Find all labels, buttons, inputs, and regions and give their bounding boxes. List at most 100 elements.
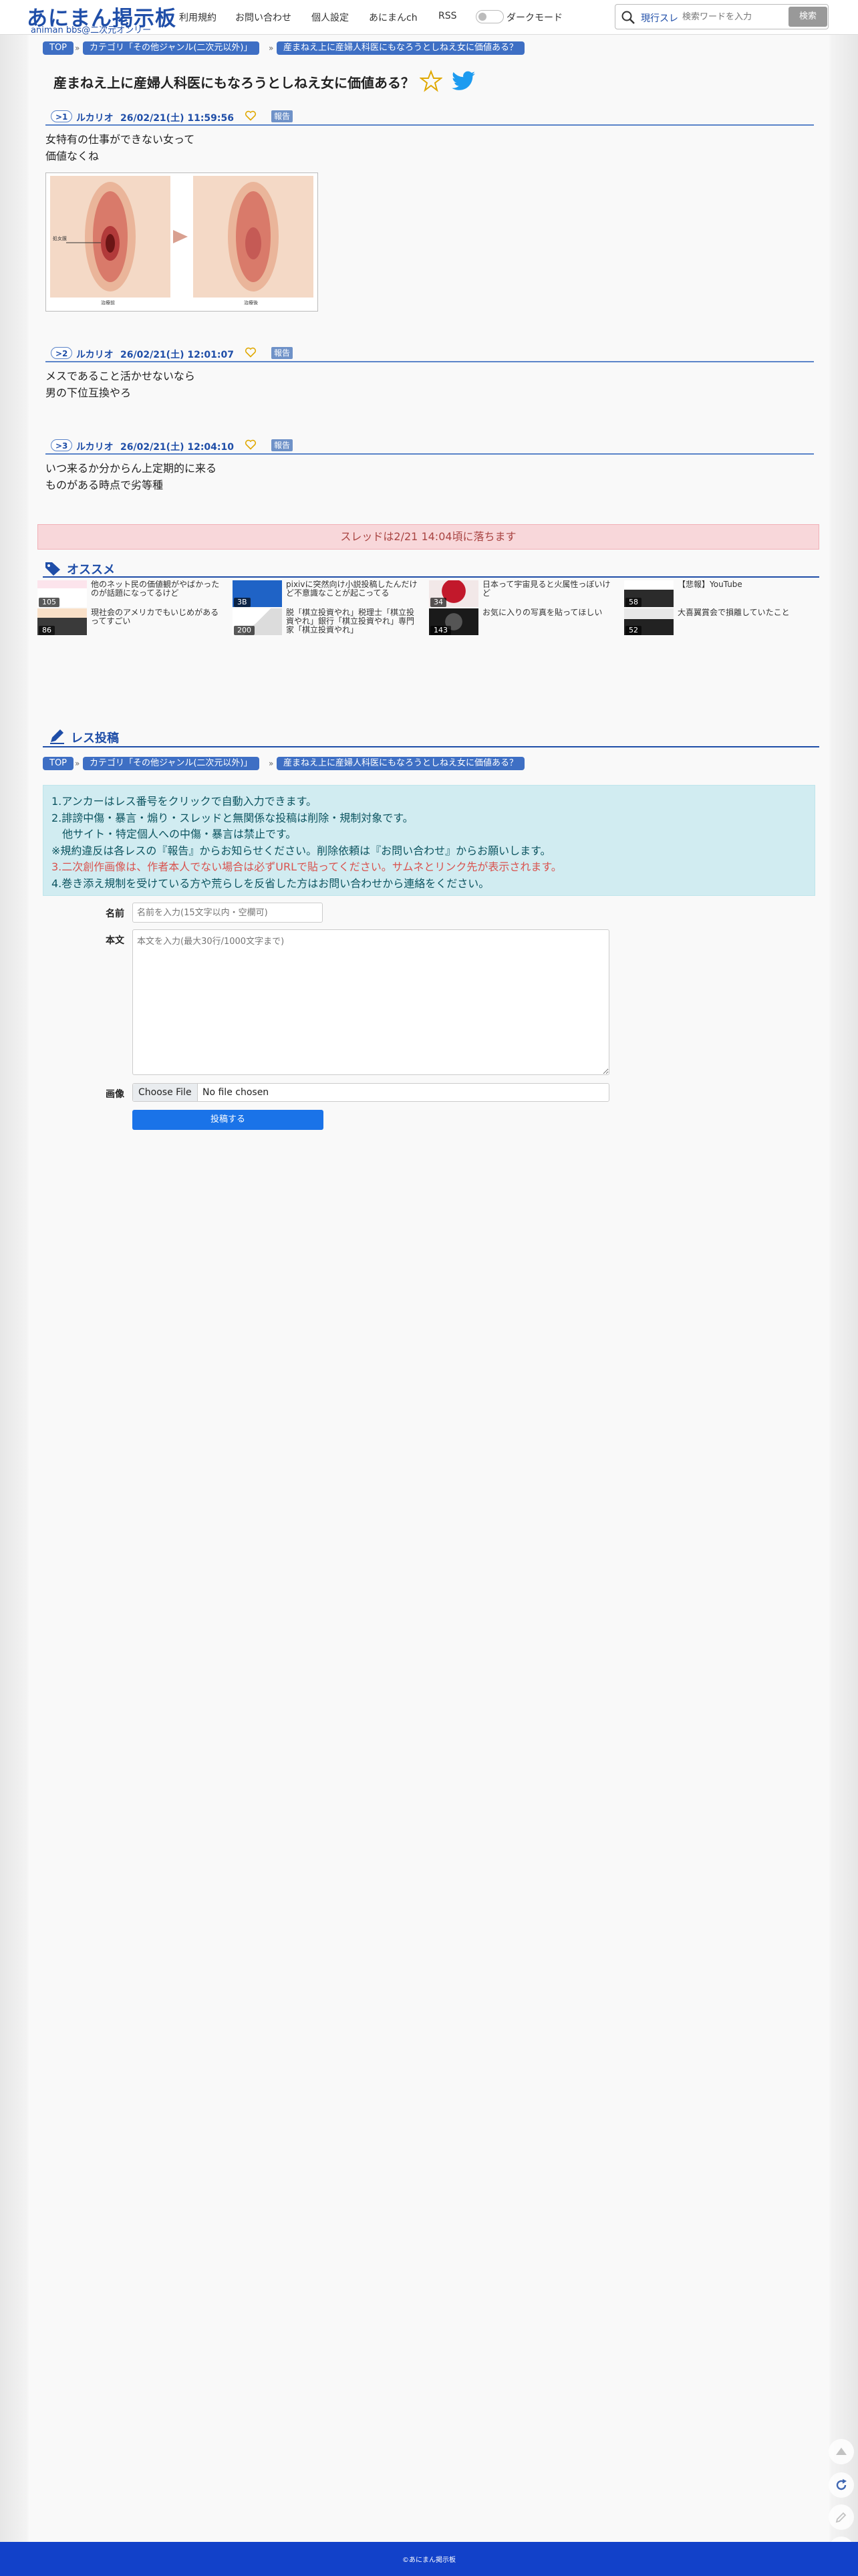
nav-animanch[interactable]: あにまんch — [369, 11, 418, 24]
scroll-top-button[interactable] — [829, 2439, 854, 2464]
comment-count: 86 — [39, 626, 55, 635]
rule-line: 2.誹謗中傷・暴言・煽り・スレッドと無関係な投稿は削除・規制対象です。 — [51, 811, 414, 824]
nav-contact[interactable]: お問い合わせ — [235, 11, 291, 24]
post-header: >2 ルカリオ 26/02/21(土) 12:01:07 報告 — [45, 346, 814, 362]
recommend-header: オススメ — [43, 559, 819, 578]
post-body: メスであること活かせないなら 男の下位互換やろ — [45, 362, 814, 401]
post-line: ものがある時点で劣等種 — [45, 479, 164, 491]
post-header: >1 ルカリオ 26/02/21(土) 11:59:56 報告 — [45, 110, 814, 126]
search-button[interactable]: 検索 — [789, 7, 827, 27]
breadcrumb-thread[interactable]: 産まねえ上に産婦人科医にもなろうとしねえ女に価値ある？ — [277, 41, 525, 55]
recommend-thumbnail: 143 — [429, 608, 478, 635]
breadcrumb-separator: » — [269, 43, 274, 53]
recommend-item[interactable]: 86 現社会のアメリカでもいじめがあるってすごい — [37, 608, 225, 635]
site-logo[interactable]: あにまん掲示板 animan bbs@二次元オンリー — [27, 1, 176, 35]
comment-count: 200 — [234, 626, 255, 635]
post-line: メスであること活かせないなら — [45, 370, 195, 382]
comment-count: 105 — [39, 598, 59, 607]
breadcrumb-category[interactable]: カテゴリ「その他ジャンル(二次元以外)」 — [83, 41, 259, 55]
image-caption-after: 治療後 — [244, 300, 258, 306]
heart-icon[interactable] — [245, 110, 257, 122]
breadcrumb-separator: » — [75, 43, 80, 53]
search-input[interactable] — [682, 9, 782, 25]
recommend-title-text: 【悲報】YouTube — [678, 580, 742, 589]
pencil-icon — [50, 729, 64, 744]
post-author: ルカリオ — [76, 442, 114, 453]
name-input[interactable] — [132, 903, 323, 923]
heart-icon[interactable] — [245, 346, 257, 358]
report-button[interactable]: 報告 — [271, 439, 293, 451]
recommend-item[interactable]: 200 脱「棋立投資やれ」税理士「棋立投資やれ」銀行「棋立投資やれ」専門家「棋立… — [233, 608, 420, 635]
post-line: 価値なくね — [45, 150, 100, 162]
recommend-title: オススメ — [67, 563, 115, 577]
search-scope-select[interactable]: 現行スレ — [641, 11, 678, 25]
comment-count: 58 — [625, 598, 641, 607]
breadcrumb-separator: » — [269, 759, 274, 768]
breadcrumb-top[interactable]: TOP — [43, 757, 74, 770]
logo-sub-text: animan bbs@二次元オンリー — [31, 25, 152, 35]
tag-icon — [45, 562, 60, 576]
reply-header: レス投稿 — [43, 725, 819, 747]
post-body: いつ来るか分からん上定期的に来る ものがある時点で劣等種 — [45, 455, 814, 493]
post-number[interactable]: >3 — [51, 439, 73, 451]
recommend-thumbnail: 3B — [233, 580, 282, 607]
post-date: 26/02/21(土) 12:04:10 — [120, 442, 234, 453]
image-file-input[interactable]: Choose File No file chosen — [132, 1083, 609, 1102]
recommend-title-text: pixivに突然向け小説投稿したんだけど不意識なことが起こってる — [286, 580, 418, 598]
post-body: 女特有の仕事ができない女って 価値なくね — [45, 126, 814, 164]
recommend-item[interactable]: 34 日本って宇宙見ると火属性っぽいけど — [429, 580, 616, 607]
nav-terms[interactable]: 利用規約 — [179, 11, 217, 24]
reload-button[interactable] — [829, 2472, 854, 2498]
report-button[interactable]: 報告 — [271, 110, 293, 122]
rule-line: 1.アンカーはレス番号をクリックで自動入力できます。 — [51, 795, 317, 808]
compose-button[interactable] — [829, 2504, 854, 2530]
post-3: >3 ルカリオ 26/02/21(土) 12:04:10 報告 いつ来るか分から… — [45, 439, 814, 493]
toggle-knob — [478, 13, 486, 21]
heart-icon[interactable] — [245, 439, 257, 451]
breadcrumb-top[interactable]: TOP — [43, 41, 74, 55]
recommend-thumbnail: 34 — [429, 580, 478, 607]
name-label: 名前 — [106, 909, 124, 919]
post-line: 男の下位互換やろ — [45, 386, 132, 399]
dark-mode-toggle[interactable] — [476, 10, 504, 23]
nav-rss[interactable]: RSS — [438, 11, 457, 21]
post-number[interactable]: >2 — [51, 347, 73, 359]
post-2: >2 ルカリオ 26/02/21(土) 12:01:07 報告 メスであること活… — [45, 346, 814, 401]
comment-count: 34 — [430, 598, 446, 607]
site-footer: ©あにまん掲示板 — [0, 2542, 858, 2576]
report-button[interactable]: 報告 — [271, 347, 293, 359]
page: あにまん掲示板 animan bbs@二次元オンリー 利用規約 お問い合わせ 個… — [0, 0, 858, 2576]
twitter-icon[interactable] — [452, 71, 476, 91]
nav-settings[interactable]: 個人設定 — [311, 11, 349, 24]
recommend-item[interactable]: 105 他のネット民の価値観がやばかったのが話題になってるけど — [37, 580, 225, 607]
breadcrumb-thread[interactable]: 産まねえ上に産婦人科医にもなろうとしねえ女に価値ある？ — [277, 757, 525, 770]
star-icon[interactable] — [420, 70, 442, 92]
recommend-thumbnail: 86 — [37, 608, 87, 635]
arrow-up-icon — [836, 2448, 847, 2455]
post-date: 26/02/21(土) 12:01:07 — [120, 350, 234, 360]
comment-count: 52 — [625, 626, 641, 635]
recommend-item[interactable]: 3B pixivに突然向け小説投稿したんだけど不意識なことが起こってる — [233, 580, 420, 607]
choose-file-button[interactable]: Choose File — [133, 1084, 198, 1101]
search-box: 現行スレ 検索 — [615, 4, 829, 29]
recommend-title-text: 脱「棋立投資やれ」税理士「棋立投資やれ」銀行「棋立投資やれ」専門家「棋立投資やれ… — [286, 608, 415, 634]
post-line: 女特有の仕事ができない女って — [45, 133, 195, 146]
recommend-title-text: 他のネット民の価値観がやばかったのが話題になってるけど — [91, 580, 220, 598]
recommend-title-text: 現社会のアメリカでもいじめがあるってすごい — [91, 608, 219, 626]
recommend-item[interactable]: 143 お気に入りの写真を貼ってほしい — [429, 608, 616, 635]
submit-button[interactable]: 投稿する — [132, 1110, 323, 1130]
post-number[interactable]: >1 — [51, 110, 73, 122]
recommend-item[interactable]: 58 【悲報】YouTube — [624, 580, 811, 607]
recommend-thumbnail: 200 — [233, 608, 282, 635]
post-1: >1 ルカリオ 26/02/21(土) 11:59:56 報告 女特有の仕事がで… — [45, 110, 814, 164]
post-image[interactable]: 処女膜 治療前 治療後 — [45, 172, 318, 312]
medical-illustration: 処女膜 治療前 治療後 — [50, 176, 313, 306]
image-label: 画像 — [106, 1089, 124, 1100]
search-icon — [621, 11, 635, 24]
breadcrumb-category[interactable]: カテゴリ「その他ジャンル(二次元以外)」 — [83, 757, 259, 770]
recommend-item[interactable]: 52 大喜翼賞会で損離していたこと — [624, 608, 811, 635]
comment-count: 143 — [430, 626, 451, 635]
post-author: ルカリオ — [76, 113, 114, 124]
rule-line: 他サイト・特定個人への中傷・暴言は禁止です。 — [51, 828, 297, 840]
body-textarea[interactable] — [132, 929, 609, 1075]
